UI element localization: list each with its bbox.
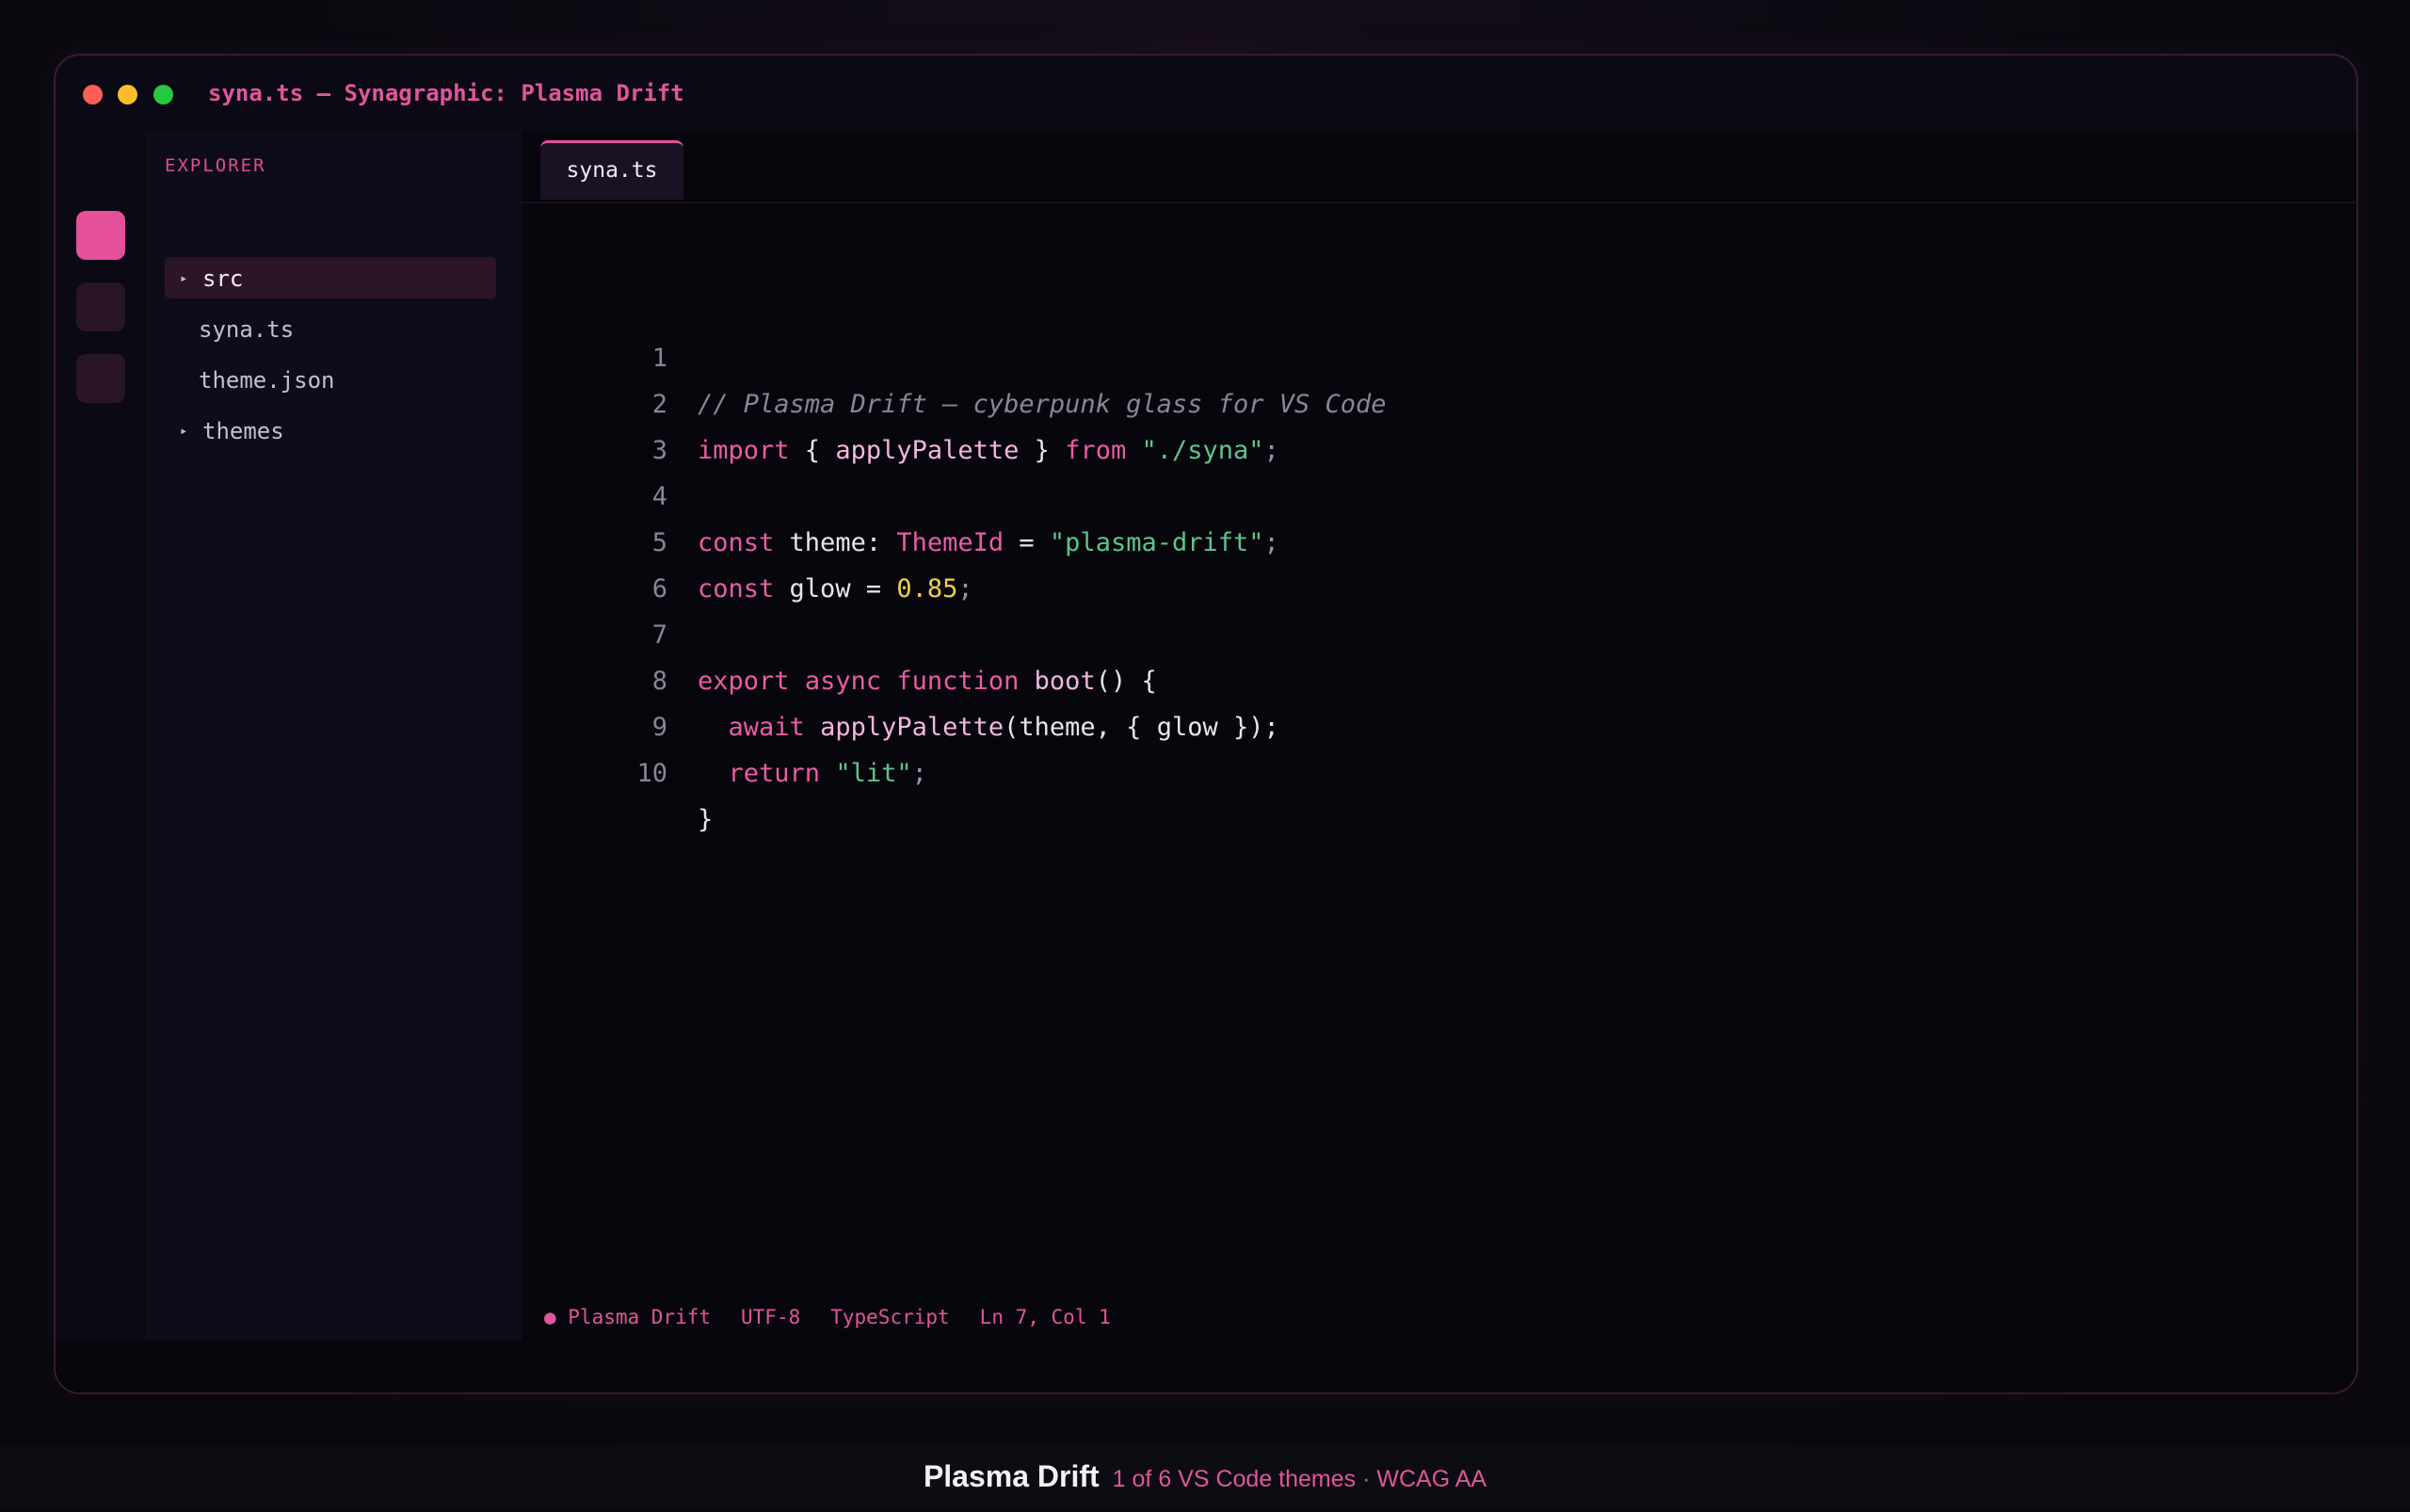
window-title: syna.ts — Synagraphic: Plasma Drift <box>208 80 684 106</box>
tree-item-label: themes <box>202 418 284 444</box>
tab-bar: syna.ts <box>522 131 2356 203</box>
explorer-icon[interactable] <box>76 211 125 260</box>
code-line: 4 const theme: ThemeId = "plasma-drift"; <box>522 427 2356 474</box>
explorer-sidebar: EXPLORER ▸src syna.ts theme.json ▸themes <box>146 131 522 1341</box>
code-line: 3 <box>522 381 2356 427</box>
editor-window: syna.ts — Synagraphic: Plasma Drift EXPL… <box>54 54 2358 1394</box>
editor-pane[interactable]: syna.ts 1 // Plasma Drift — cyberpunk gl… <box>522 131 2356 1341</box>
code-keyword: return <box>729 759 821 788</box>
tree-item-label: syna.ts <box>199 316 294 343</box>
window-footer <box>56 1341 2356 1392</box>
close-window-button[interactable] <box>83 85 103 105</box>
tree-item-label: src <box>202 265 243 292</box>
code-line: 9 return "lit"; <box>522 658 2356 704</box>
tree-item-label: theme.json <box>199 367 335 394</box>
search-icon[interactable] <box>76 282 125 331</box>
status-encoding[interactable]: UTF-8 <box>741 1306 800 1328</box>
status-cursor-position[interactable]: Ln 7, Col 1 <box>980 1306 1111 1328</box>
code-area[interactable]: 1 // Plasma Drift — cyberpunk glass for … <box>522 289 2356 750</box>
caption-bar: Plasma Drift 1 of 6 VS Code themes · WCAG… <box>0 1446 2410 1506</box>
tree-file-syna-ts[interactable]: syna.ts <box>165 308 496 349</box>
code-line: 6 <box>522 520 2356 566</box>
status-bar: ● Plasma Drift UTF-8 TypeScript Ln 7, Col 1 <box>522 1294 2356 1341</box>
minimize-window-button[interactable] <box>118 85 137 105</box>
tree-folder-src[interactable]: ▸src <box>165 257 496 298</box>
code-line: 1 // Plasma Drift — cyberpunk glass for … <box>522 289 2356 335</box>
chevron-right-icon: ▸ <box>180 258 202 299</box>
line-number: 10 <box>611 750 667 796</box>
status-language[interactable]: TypeScript <box>830 1306 949 1328</box>
code-line: 2 import { applyPalette } from "./syna"; <box>522 335 2356 381</box>
code-indent <box>698 759 729 788</box>
caption-subtitle: 1 of 6 VS Code themes · WCAG AA <box>1113 1466 1486 1492</box>
code-line: 10 } <box>522 704 2356 750</box>
tree-file-theme-json[interactable]: theme.json <box>165 359 496 400</box>
code-line: 5 const glow = 0.85; <box>522 474 2356 520</box>
tree-folder-themes[interactable]: ▸themes <box>165 410 496 451</box>
code-punct: } <box>698 796 713 843</box>
extensions-icon[interactable] <box>76 354 125 403</box>
code-punct: ; <box>912 759 927 788</box>
code-space <box>820 759 835 788</box>
code-text: return "lit"; <box>698 750 927 796</box>
title-bar: syna.ts — Synagraphic: Plasma Drift <box>56 56 2356 131</box>
explorer-title: EXPLORER <box>165 155 266 176</box>
caption-title: Plasma Drift <box>924 1459 1100 1493</box>
maximize-window-button[interactable] <box>153 85 173 105</box>
code-line: 8 await applyPalette(theme, { glow }); <box>522 612 2356 658</box>
tab-syna-ts[interactable]: syna.ts <box>540 140 683 200</box>
status-theme[interactable]: ● Plasma Drift <box>544 1306 711 1328</box>
activity-bar <box>56 131 146 1392</box>
code-string: "lit" <box>835 759 911 788</box>
chevron-right-icon: ▸ <box>180 410 202 452</box>
code-line: 7 export async function boot() { <box>522 566 2356 612</box>
